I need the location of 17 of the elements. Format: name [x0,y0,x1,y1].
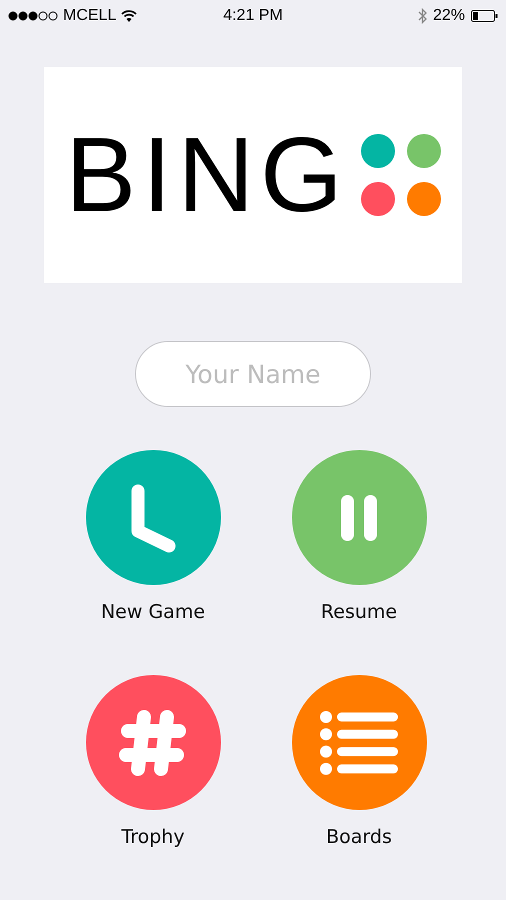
logo-text: BING [65,122,349,228]
bluetooth-icon [418,8,427,24]
battery-icon [471,10,498,22]
menu-label: Trophy [121,826,185,848]
menu-label: Resume [320,601,398,623]
clock-time: 4:21 PM [223,7,283,25]
name-input-field[interactable]: Your Name [135,341,371,407]
wifi-icon [121,10,138,22]
battery-percent: 22% [432,7,465,25]
list-icon [320,710,398,774]
clock-icon [129,482,177,554]
menu-label: New Game [100,601,206,623]
hash-icon [119,708,187,776]
carrier-name: MCELL [63,7,116,25]
menu-label: Boards [326,826,392,848]
signal-icon [8,11,58,21]
pause-icon [341,494,377,540]
